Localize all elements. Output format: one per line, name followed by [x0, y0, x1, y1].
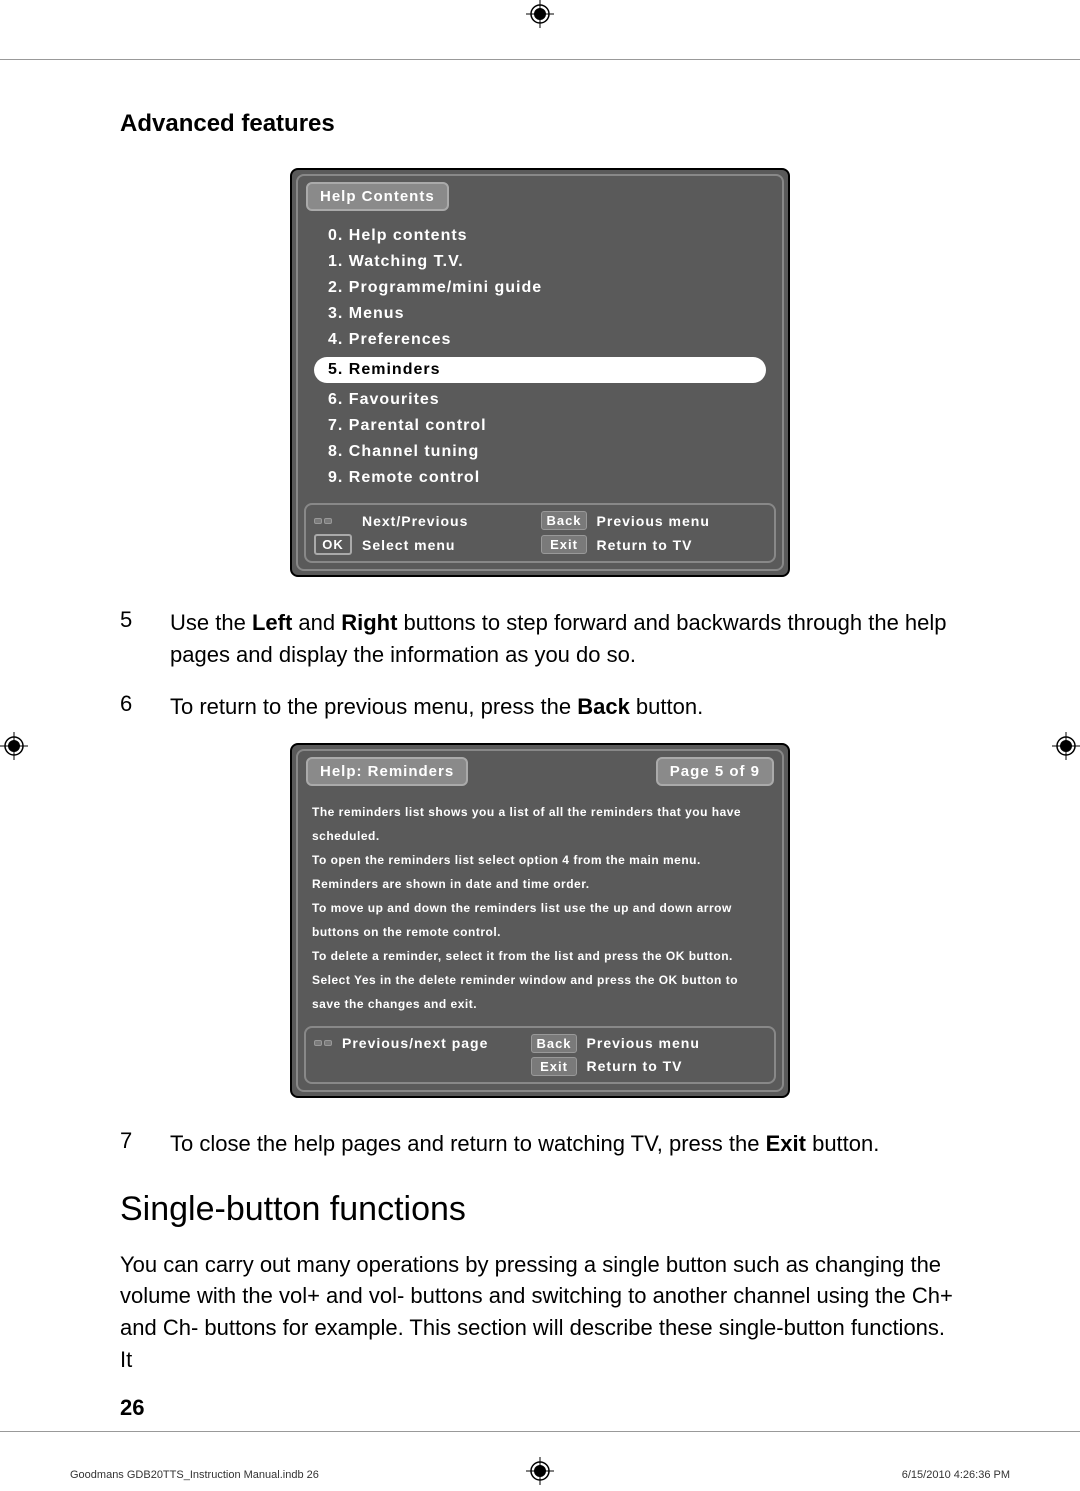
exit-label: Return to TV: [597, 537, 766, 553]
crop-mark: [0, 59, 1080, 60]
back-label: Previous menu: [587, 1035, 766, 1051]
back-key: Back: [541, 511, 586, 530]
footer-filename: Goodmans GDB20TTS_Instruction Manual.ind…: [70, 1469, 319, 1481]
help-menu-footer: Next/Previous Back Previous menu OK Sele…: [304, 503, 776, 563]
exit-key: Exit: [541, 535, 586, 554]
reminders-title: Help: Reminders: [306, 757, 468, 786]
help-menu-item: 1. Watching T.V.: [328, 249, 752, 275]
left-right-arrow-icon: [314, 1040, 332, 1046]
reminders-paragraph: To open the reminders list select option…: [312, 848, 768, 872]
help-menu-item: 9. Remote control: [328, 465, 752, 491]
help-menu-item: 3. Menus: [328, 301, 752, 327]
footer-timestamp: 6/15/2010 4:26:36 PM: [902, 1469, 1010, 1481]
help-menu-item: 5. Reminders: [314, 357, 766, 383]
registration-mark-icon: [1052, 732, 1080, 760]
registration-mark-icon: [0, 732, 28, 760]
reminders-paragraph: To delete a reminder, select it from the…: [312, 944, 768, 968]
print-footer: Goodmans GDB20TTS_Instruction Manual.ind…: [0, 1469, 1080, 1481]
instruction-step-6: 6 To return to the previous menu, press …: [120, 691, 960, 723]
lr-label: Previous/next page: [342, 1035, 521, 1051]
help-menu-item: 0. Help contents: [328, 223, 752, 249]
reminders-footer: Previous/next page Back Previous menu Ex…: [304, 1026, 776, 1084]
ok-key: OK: [314, 534, 352, 555]
step-text: To close the help pages and return to wa…: [170, 1128, 960, 1160]
help-menu-title: Help Contents: [306, 182, 449, 211]
step-text: Use the Left and Right buttons to step f…: [170, 607, 960, 671]
tv-screenshot-help-reminders: Help: Reminders Page 5 of 9 The reminder…: [290, 743, 790, 1098]
step-number: 7: [120, 1128, 170, 1160]
back-label: Previous menu: [597, 513, 766, 529]
exit-label: Return to TV: [587, 1058, 766, 1074]
section-heading: Advanced features: [120, 110, 960, 138]
exit-key: Exit: [531, 1057, 576, 1076]
ok-label: Select menu: [362, 537, 531, 553]
help-menu-item: 2. Programme/mini guide: [328, 275, 752, 301]
reminders-paragraph: Select Yes in the delete reminder window…: [312, 968, 768, 1016]
printer-colorbars-bottom: [0, 1423, 1080, 1451]
updown-label: Next/Previous: [362, 513, 531, 529]
help-menu-item: 4. Preferences: [328, 327, 752, 353]
subsection-heading: Single-button functions: [120, 1190, 960, 1229]
reminders-page-indicator: Page 5 of 9: [656, 757, 774, 786]
reminders-paragraph: To move up and down the reminders list u…: [312, 896, 768, 944]
body-paragraph: You can carry out many operations by pre…: [120, 1249, 960, 1377]
page-number: 26: [120, 1395, 144, 1421]
reminders-paragraph: The reminders list shows you a list of a…: [312, 800, 768, 848]
tv-screenshot-help-contents: Help Contents 0. Help contents1. Watchin…: [290, 168, 790, 577]
registration-mark-icon: [526, 0, 554, 28]
step-number: 5: [120, 607, 170, 671]
instruction-step-7: 7 To close the help pages and return to …: [120, 1128, 960, 1160]
step-text: To return to the previous menu, press th…: [170, 691, 960, 723]
up-down-arrow-icon: [314, 518, 352, 524]
reminders-paragraph: Reminders are shown in date and time ord…: [312, 872, 768, 896]
back-key: Back: [531, 1034, 576, 1053]
instruction-step-5: 5 Use the Left and Right buttons to step…: [120, 607, 960, 671]
help-menu-item: 7. Parental control: [328, 413, 752, 439]
help-menu-item: 6. Favourites: [328, 387, 752, 413]
help-menu-item: 8. Channel tuning: [328, 439, 752, 465]
step-number: 6: [120, 691, 170, 723]
